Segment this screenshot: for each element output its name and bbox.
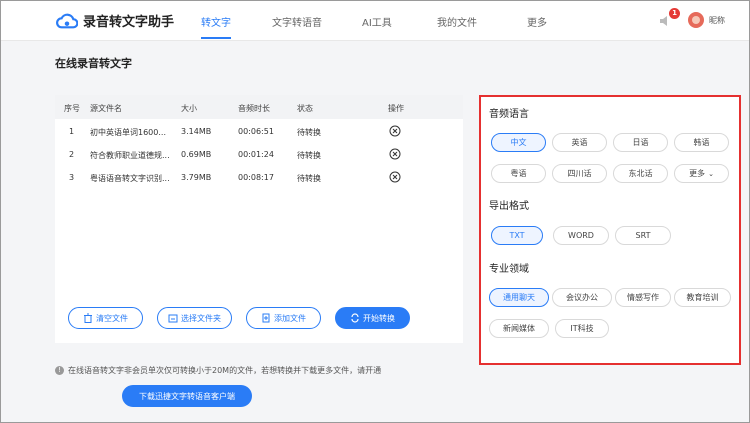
lang-more-dropdown[interactable]: 更多 ⌄ [674, 164, 729, 183]
chevron-down-icon: ⌄ [708, 169, 714, 178]
col-filename: 源文件名 [90, 104, 122, 113]
lang-more-label: 更多 [689, 169, 706, 178]
nav-text-to-speech[interactable]: 文字转语音 [272, 14, 322, 29]
row-filename: 符合教师职业道德规... [90, 151, 170, 160]
app-title: 录音转文字助手 [83, 15, 175, 30]
convert-icon [351, 313, 359, 323]
settings-panel: 音频语言 中文 英语 日语 韩语 粤语 四川话 东北话 更多 ⌄ 导出格式 TX… [479, 95, 741, 365]
page-title: 在线录音转文字 [55, 57, 132, 70]
select-folder-button[interactable]: 选择文件夹 [157, 307, 232, 329]
language-section-title: 音频语言 [489, 109, 529, 120]
domain-option-education[interactable]: 教育培训 [674, 288, 731, 307]
lang-option-sichuan[interactable]: 四川话 [552, 164, 607, 183]
table-row: 2 符合教师职业道德规... 0.69MB 00:01:24 待转换 [55, 143, 463, 166]
row-filename: 粤语语音转文字识别... [90, 174, 170, 183]
member-notice: ! 在线语音转文字非会员单次仅可转换小于20M的文件，若想转换并下载更多文件，请… [55, 365, 381, 376]
col-size: 大小 [181, 104, 197, 113]
nav-ai-tools[interactable]: AI工具 [362, 14, 392, 29]
delete-circle-icon[interactable] [389, 171, 401, 183]
clear-files-button[interactable]: 清空文件 [68, 307, 143, 329]
add-file-button[interactable]: 添加文件 [246, 307, 321, 329]
format-option-txt[interactable]: TXT [491, 226, 543, 245]
nav-my-files[interactable]: 我的文件 [437, 14, 477, 29]
row-duration: 00:01:24 [238, 150, 274, 159]
table-header: 序号 源文件名 大小 音频时长 状态 操作 [55, 95, 463, 119]
clear-files-label: 清空文件 [96, 313, 128, 323]
info-icon: ! [55, 366, 64, 375]
add-file-icon [262, 313, 270, 323]
start-convert-label: 开始转换 [363, 313, 395, 323]
select-folder-label: 选择文件夹 [181, 313, 221, 323]
domain-option-it[interactable]: IT科技 [555, 319, 609, 338]
delete-circle-icon[interactable] [389, 148, 401, 160]
table-row: 3 粤语语音转文字识别... 3.79MB 00:08:17 待转换 [55, 166, 463, 189]
notification-badge: 1 [669, 8, 680, 19]
nav-active-indicator [201, 37, 231, 39]
domain-section-title: 专业领域 [489, 264, 529, 275]
row-size: 3.79MB [181, 173, 212, 182]
col-action: 操作 [388, 104, 404, 113]
add-file-label: 添加文件 [274, 313, 306, 323]
row-duration: 00:06:51 [238, 127, 274, 136]
lang-option-cantonese[interactable]: 粤语 [491, 164, 546, 183]
lang-option-english[interactable]: 英语 [552, 133, 607, 152]
domain-option-general[interactable]: 通用聊天 [489, 288, 549, 307]
app-logo[interactable]: 录音转文字助手 [56, 11, 174, 30]
row-size: 0.69MB [181, 150, 212, 159]
download-client-button[interactable]: 下载迅捷文字转语音客户端 [122, 385, 252, 407]
nickname[interactable]: 昵称 [709, 15, 725, 26]
top-header: 录音转文字助手 转文字 文字转语音 AI工具 我的文件 更多 1 昵称 [1, 1, 749, 41]
format-section-title: 导出格式 [489, 201, 529, 212]
trash-icon [84, 313, 92, 323]
notice-text: 在线语音转文字非会员单次仅可转换小于20M的文件，若想转换并下载更多文件，请开通 [68, 366, 382, 375]
folder-icon [168, 314, 178, 323]
row-status: 待转换 [297, 151, 321, 160]
delete-circle-icon[interactable] [389, 125, 401, 137]
table-row: 1 初中英语单词1600... 3.14MB 00:06:51 待转换 [55, 120, 463, 143]
row-filename: 初中英语单词1600... [90, 128, 166, 137]
row-index: 1 [69, 127, 75, 136]
row-size: 3.14MB [181, 127, 212, 136]
col-index: 序号 [64, 104, 80, 113]
domain-option-news[interactable]: 新闻媒体 [489, 319, 549, 338]
nav-speech-to-text[interactable]: 转文字 [201, 14, 231, 29]
col-status: 状态 [297, 104, 313, 113]
file-list-panel: 序号 源文件名 大小 音频时长 状态 操作 1 初中英语单词1600... 3.… [55, 95, 463, 343]
nav-more[interactable]: 更多 [527, 14, 547, 29]
row-index: 2 [69, 150, 75, 159]
row-status: 待转换 [297, 174, 321, 183]
lang-option-japanese[interactable]: 日语 [613, 133, 668, 152]
cloud-logo-icon [56, 13, 78, 28]
domain-option-meeting[interactable]: 会议办公 [552, 288, 612, 307]
start-convert-button[interactable]: 开始转换 [335, 307, 410, 329]
lang-option-northeast[interactable]: 东北话 [613, 164, 668, 183]
lang-option-korean[interactable]: 韩语 [674, 133, 729, 152]
row-status: 待转换 [297, 128, 321, 137]
row-index: 3 [69, 173, 75, 182]
lang-option-chinese[interactable]: 中文 [491, 133, 546, 152]
row-duration: 00:08:17 [238, 173, 274, 182]
col-duration: 音频时长 [238, 104, 270, 113]
format-option-word[interactable]: WORD [553, 226, 609, 245]
format-option-srt[interactable]: SRT [615, 226, 671, 245]
domain-option-writing[interactable]: 情感写作 [615, 288, 671, 307]
avatar[interactable] [688, 12, 704, 28]
